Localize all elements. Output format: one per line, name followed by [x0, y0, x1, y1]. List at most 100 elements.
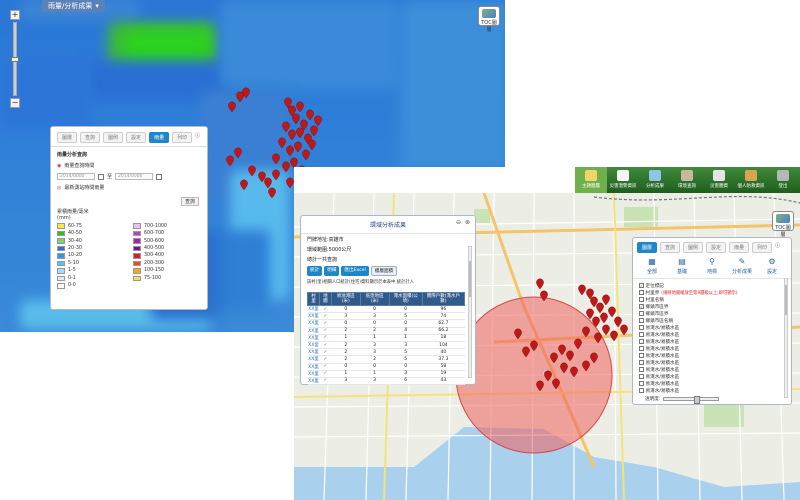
toolbar-button[interactable]: 災害圖資 — [703, 167, 735, 193]
date-to-input[interactable]: 2014/0000 — [115, 173, 154, 180]
table-column-header[interactable]: 村里 — [307, 292, 320, 306]
date-from-input[interactable]: 2014/0000 — [57, 173, 95, 180]
table-column-header[interactable]: 低窪地區(米) — [359, 292, 390, 306]
layer-category-wrench[interactable]: ✎ 分析成果 — [728, 258, 756, 276]
toc-layer-button[interactable]: TOC圖層 — [772, 211, 794, 238]
rainfall-tab[interactable]: 圖例 — [103, 132, 124, 143]
marker-pin-icon[interactable] — [272, 153, 280, 165]
village-link[interactable]: XX里 — [307, 334, 320, 342]
marker-pin-icon[interactable] — [288, 129, 296, 141]
marker-pin-icon[interactable] — [234, 147, 242, 159]
rainfall-title-tab[interactable]: 雨量/分析成果 ▾ — [42, 0, 105, 12]
marker-pin-icon[interactable] — [306, 109, 314, 121]
layer-item[interactable]: 易淹水/易積水區 — [633, 338, 791, 345]
layer-item[interactable]: ✓ 定位標記 — [633, 282, 791, 289]
checkbox-icon[interactable] — [639, 367, 644, 372]
zoom-knob[interactable] — [11, 57, 19, 62]
transparency-slider[interactable] — [663, 396, 720, 404]
panel-minimize-icon[interactable]: ⊖ — [456, 219, 461, 226]
layer-tab[interactable]: 圖例 — [683, 242, 704, 253]
toolbar-button[interactable]: 個人防救資訊 — [735, 167, 767, 193]
village-link[interactable]: XX里 — [307, 363, 320, 371]
rainfall-tab[interactable]: 圖層 — [57, 132, 78, 143]
zoom-slider[interactable] — [11, 22, 19, 96]
map-check-icon[interactable]: ✓ — [319, 377, 332, 386]
rainfall-tab[interactable]: 雨量 — [149, 132, 170, 143]
result-action-button[interactable]: 樓層面積 — [370, 266, 398, 276]
layer-category-grid[interactable]: ▦ 全部 — [638, 258, 666, 276]
toc-layer-button[interactable]: TOC圖層 — [478, 6, 500, 33]
village-link[interactable]: XX里 — [307, 370, 320, 378]
checkbox-icon[interactable] — [639, 360, 644, 365]
query-button[interactable]: 查詢 — [180, 197, 199, 206]
checkbox-icon[interactable] — [639, 339, 644, 344]
help-icon[interactable]: ⓘ — [195, 132, 200, 143]
zoom-control[interactable]: + − — [10, 10, 20, 108]
toolbar-button[interactable]: 環境查詢 — [671, 167, 703, 193]
village-link[interactable]: XX里 — [307, 377, 320, 386]
checkbox-icon[interactable] — [639, 388, 644, 393]
layer-tab[interactable]: 列印 — [752, 242, 773, 253]
radio-icon[interactable]: ◎ — [57, 185, 61, 191]
layer-item[interactable]: 易淹水/易積水區 — [633, 359, 791, 366]
marker-pin-icon[interactable] — [310, 125, 318, 137]
map-check-icon[interactable]: ✓ — [319, 341, 332, 350]
help-icon[interactable]: ⓘ — [775, 242, 780, 253]
village-link[interactable]: XX里 — [307, 312, 320, 321]
table-column-header[interactable]: 實際戶數(淹水戶數) — [421, 292, 466, 306]
layer-category-pin[interactable]: ⚲ 地標 — [698, 258, 726, 276]
map-check-icon[interactable]: ✓ — [319, 312, 332, 321]
marker-pin-icon[interactable] — [278, 137, 286, 149]
layer-item[interactable]: 易淹水/易積水區 — [633, 366, 791, 373]
layer-item[interactable]: 易淹水/易積水區 — [633, 380, 791, 387]
map-check-icon[interactable]: ✓ — [319, 348, 332, 357]
checkbox-checked-icon[interactable]: ✓ — [639, 283, 644, 288]
marker-pin-icon[interactable] — [236, 91, 244, 103]
checkbox-icon[interactable] — [639, 381, 644, 386]
layer-item[interactable]: 村里界 (請將地圖縮放至第9層級以上,即可顯示) — [633, 289, 791, 296]
marker-pin-icon[interactable] — [296, 127, 304, 139]
checkbox-checked-icon[interactable]: ✓ — [639, 304, 644, 309]
village-link[interactable]: XX里 — [307, 348, 320, 357]
panel-close-icon[interactable]: ⊗ — [465, 219, 470, 226]
checkbox-icon[interactable] — [639, 290, 644, 295]
marker-pin-icon[interactable] — [268, 187, 276, 199]
marker-pin-icon[interactable] — [286, 177, 294, 189]
marker-pin-icon[interactable] — [226, 155, 234, 167]
marker-pin-icon[interactable] — [282, 161, 290, 173]
checkbox-icon[interactable] — [639, 374, 644, 379]
checkbox-icon[interactable] — [639, 311, 644, 316]
result-action-button[interactable]: 統計 — [307, 266, 323, 276]
village-link[interactable]: XX里 — [307, 327, 320, 335]
map-check-icon[interactable]: ✓ — [319, 327, 332, 335]
map-check-icon[interactable]: ✓ — [319, 363, 332, 371]
map-check-icon[interactable]: ✓ — [319, 334, 332, 342]
marker-pin-icon[interactable] — [272, 169, 280, 181]
layer-item[interactable]: 易淹水/易積水區 — [633, 387, 791, 394]
marker-pin-icon[interactable] — [308, 139, 316, 151]
checkbox-icon[interactable] — [639, 332, 644, 337]
layer-category-building[interactable]: ▤ 基礎 — [668, 258, 696, 276]
layer-tab[interactable]: 設定 — [706, 242, 727, 253]
village-link[interactable]: XX里 — [307, 355, 320, 364]
calendar-icon[interactable] — [98, 173, 104, 180]
checkbox-icon[interactable] — [639, 346, 644, 351]
layer-item[interactable]: 易淹水/易積水區 — [633, 324, 791, 331]
table-column-header[interactable]: 易溢淹區(米) — [330, 292, 361, 306]
marker-pin-icon[interactable] — [248, 165, 256, 177]
rainfall-tab[interactable]: 列印 — [172, 132, 193, 143]
layer-item[interactable]: 易淹水/易積水區 — [633, 331, 791, 338]
layer-item[interactable]: 鄉鎮市區界 — [633, 310, 791, 317]
toolbar-button[interactable]: 主題圖層 — [575, 167, 607, 193]
checkbox-icon[interactable] — [639, 325, 644, 330]
result-scrollbar[interactable] — [468, 246, 472, 378]
village-link[interactable]: XX里 — [307, 341, 320, 350]
layer-item[interactable]: 易淹水/易積水區 — [633, 345, 791, 352]
rainfall-tab[interactable]: 查詢 — [80, 132, 101, 143]
toolbar-button[interactable]: 災害潛勢資訊 — [607, 167, 639, 193]
map-check-icon[interactable]: ✓ — [319, 370, 332, 378]
layer-tab[interactable]: 圖層 — [637, 242, 658, 253]
marker-pin-icon[interactable] — [296, 101, 304, 113]
checkbox-icon[interactable] — [639, 353, 644, 358]
toolbar-button[interactable]: 分析成果 — [639, 167, 671, 193]
